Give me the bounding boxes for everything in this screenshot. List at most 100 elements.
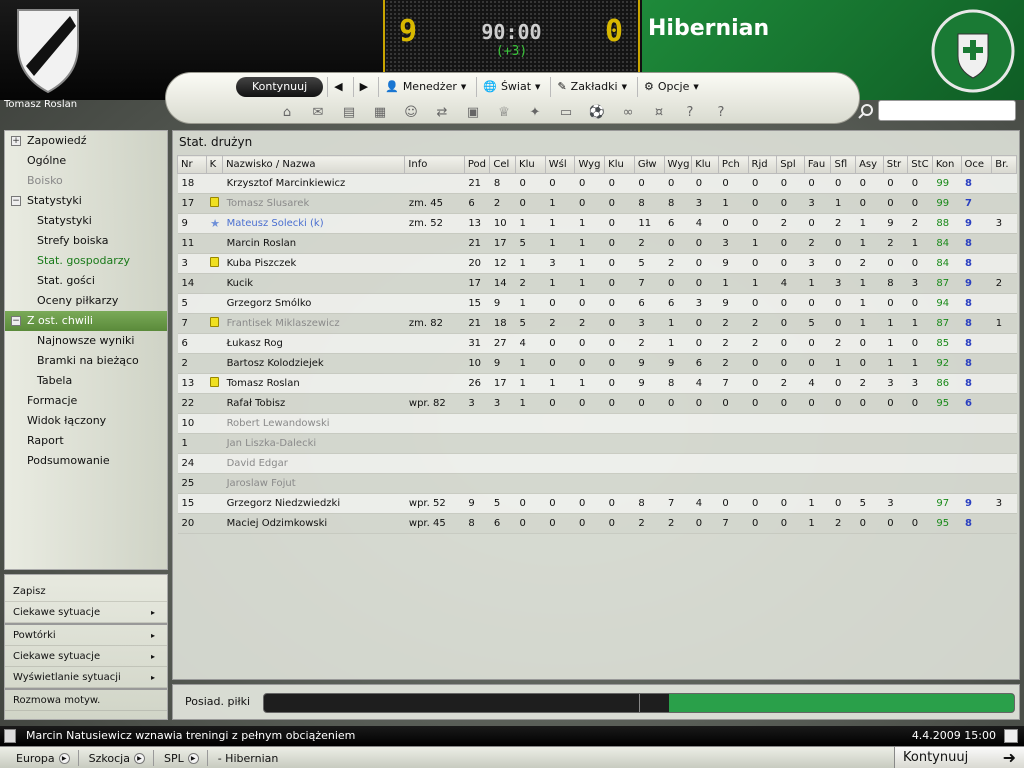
forward-button[interactable]: ▶ — [352, 77, 374, 97]
column-header[interactable]: Pod — [463, 155, 491, 174]
column-header[interactable]: StC — [907, 155, 933, 174]
table-row[interactable]: 2 Bartosz Kolodziejek 10 9 1 0 0 0 9 9 6 2 0 0 0 1 0 1 1 92… — [177, 353, 1017, 374]
player-name[interactable]: Jan Liszka-Dalecki — [222, 433, 405, 454]
player-name[interactable]: Mateusz Solecki (k) — [222, 213, 405, 234]
table-row[interactable]: 7 Frantisek Miklaszewicz zm. 82 21 18 5 2 2 0 3 1 0… — [177, 313, 1017, 334]
column-header[interactable]: Br. — [991, 155, 1017, 174]
player-name[interactable]: Bartosz Kolodziejek — [222, 353, 405, 374]
column-header[interactable]: Nr — [177, 155, 207, 174]
column-header[interactable]: Klu — [515, 155, 546, 174]
news-text[interactable]: Marcin Natusiewicz wznawia treningi z pe… — [26, 729, 355, 742]
go-arrow-icon[interactable]: ▶ — [58, 752, 70, 764]
column-header[interactable]: Nazwisko / Nazwa — [222, 155, 406, 174]
action-menu-item[interactable]: Powtórki ▸ — [5, 625, 167, 646]
column-header[interactable]: Sfl — [830, 155, 857, 174]
column-header[interactable]: Kon — [931, 155, 962, 174]
player-name[interactable]: Robert Lewandowski — [222, 413, 405, 434]
squad-icon[interactable]: ☺ — [400, 102, 422, 122]
player-name[interactable]: Grzegorz Smólko — [222, 293, 405, 314]
table-row[interactable]: 18 Krzysztof Marcinkiewicz 21 8 0 0 0 0 0 0 0 0 0 0 0 0… — [177, 173, 1017, 194]
calendar-box-icon[interactable] — [1004, 729, 1018, 743]
go-arrow-icon[interactable]: ▶ — [133, 752, 145, 764]
sidebar-item[interactable]: − Statystyki — [5, 191, 167, 211]
match-icon[interactable]: ⚽ — [586, 102, 608, 122]
sidebar-item[interactable]: Tabela — [5, 371, 167, 391]
continue-button[interactable]: Kontynuuj — [236, 77, 324, 97]
column-header[interactable]: Pch — [717, 155, 749, 174]
table-row[interactable]: 20 Maciej Odzimkowski wpr. 45 8 6 0 0 0 0 2 2 0 7 0 0 1… — [177, 513, 1017, 534]
breadcrumb-scotland[interactable]: Szkocja ▶ — [79, 750, 154, 766]
menu-bookmarks[interactable]: ✎ Zakładki ▼ — [550, 77, 633, 97]
sidebar-item[interactable]: Stat. gości — [5, 271, 167, 291]
player-name[interactable]: Tomasz Roslan — [222, 373, 405, 394]
column-header[interactable]: Str — [882, 155, 909, 174]
table-row[interactable]: 13 Tomasz Roslan 26 17 1 1 1 0 9 8 4 7 0 2 4 0 2 3 3 86 8 — [177, 373, 1017, 394]
column-header[interactable]: Spl — [776, 155, 805, 174]
news-item-icon[interactable] — [4, 729, 16, 743]
table-row[interactable]: 22 Rafał Tobisz wpr. 82 3 3 1 0 0 0 0 0 0 0 0 0 0 0 0 0 0 95… — [177, 393, 1017, 414]
sidebar-item[interactable]: Podsumowanie — [5, 451, 167, 471]
sidebar-item[interactable]: Najnowsze wyniki — [5, 331, 167, 351]
breadcrumb-spl[interactable]: SPL ▶ — [154, 750, 208, 766]
table-row[interactable]: 9 ★ Mateusz Solecki (k) zm. 52 13 10 1 1 1 0 11 6 4 0… — [177, 213, 1017, 234]
calendar-icon[interactable]: ▦ — [369, 102, 391, 122]
sidebar-item[interactable]: Stat. gospodarzy — [5, 251, 167, 271]
inbox-icon[interactable]: ✉ — [307, 102, 329, 122]
action-menu-item[interactable]: Rozmowa motyw. — [5, 690, 167, 711]
sidebar-item[interactable]: Raport — [5, 431, 167, 451]
player-name[interactable]: Kuba Piszczek — [222, 253, 405, 274]
trophy-icon[interactable]: ♕ — [493, 102, 515, 122]
expand-icon[interactable]: + — [11, 136, 21, 146]
breadcrumb-club[interactable]: - Hibernian — [208, 750, 287, 766]
search-input[interactable] — [878, 100, 1016, 121]
column-header[interactable]: Wyg — [663, 155, 693, 174]
collapse-icon[interactable]: − — [11, 316, 21, 326]
collapse-icon[interactable]: − — [11, 196, 21, 206]
table-row[interactable]: 1 Jan Liszka-Dalecki — [177, 433, 1017, 454]
table-row[interactable]: 11 Marcin Roslan 21 17 5 1 1 0 2 0 0 3 1 0 2 0 1 2 1 84 8 — [177, 233, 1017, 254]
question-icon[interactable]: ? — [710, 102, 732, 122]
sidebar-item[interactable]: Widok łączony — [5, 411, 167, 431]
table-row[interactable]: 24 David Edgar — [177, 453, 1017, 474]
table-row[interactable]: 5 Grzegorz Smólko 15 9 1 0 0 0 6 6 3 9 0 0 0 0 1 0 0 94 8 — [177, 293, 1017, 314]
action-menu-item[interactable]: Ciekawe sytuacje ▸ — [5, 602, 167, 623]
go-arrow-icon[interactable]: ▶ — [187, 752, 199, 764]
player-name[interactable]: Jaroslaw Fojut — [222, 473, 405, 494]
transfer-icon[interactable]: ⇄ — [431, 102, 453, 122]
table-row[interactable]: 14 Kucik 17 14 2 1 1 0 7 0 0 1 1 4 1 3 1 8 3 87 9 2 — [177, 273, 1017, 294]
player-name[interactable]: Grzegorz Niedzwiedzki — [222, 493, 405, 514]
player-name[interactable]: Łukasz Rog — [222, 333, 405, 354]
table-row[interactable]: 10 Robert Lewandowski — [177, 413, 1017, 434]
column-header[interactable]: Wyg — [574, 155, 606, 174]
sidebar-item[interactable]: Strefy boiska — [5, 231, 167, 251]
player-name[interactable]: Frantisek Miklaszewicz — [222, 313, 405, 334]
column-header[interactable]: Wśl — [544, 155, 576, 174]
column-header[interactable]: Klu — [604, 155, 635, 174]
tactics-icon[interactable]: ▣ — [462, 102, 484, 122]
search-icon[interactable] — [858, 103, 874, 119]
sidebar-item[interactable]: Ogólne — [5, 151, 167, 171]
column-header[interactable]: Fau — [803, 155, 832, 174]
clipboard-icon[interactable]: ▭ — [555, 102, 577, 122]
sidebar-item[interactable]: − Z ost. chwili — [5, 311, 167, 331]
table-row[interactable]: 17 Tomasz Slusarek zm. 45 6 2 0 1 0 0 8 8 3 1 0 0 3 1 0 0 0… — [177, 193, 1017, 214]
menu-options[interactable]: ⚙ Opcje ▼ — [636, 77, 705, 97]
player-name[interactable]: Rafał Tobisz — [222, 393, 405, 414]
player-name[interactable]: Marcin Roslan — [222, 233, 405, 254]
finance-icon[interactable]: ¤ — [648, 102, 670, 122]
table-row[interactable]: 3 Kuba Piszczek 20 12 1 3 1 0 5 2 0 9 0 0 3 0 2 0 0 84 8 — [177, 253, 1017, 274]
menu-world[interactable]: 🌐 Świat ▼ — [476, 77, 546, 97]
continue-bottom-button[interactable]: Kontynuuj ➜ — [894, 747, 1024, 768]
news-icon[interactable]: ▤ — [338, 102, 360, 122]
column-header[interactable]: Głw — [633, 155, 665, 174]
scout-icon[interactable]: ✦ — [524, 102, 546, 122]
action-menu-item[interactable]: Ciekawe sytuacje ▸ — [5, 646, 167, 667]
action-menu-item[interactable]: Wyświetlanie sytuacji ▸ — [5, 667, 167, 688]
player-name[interactable]: Kucik — [222, 273, 405, 294]
player-name[interactable]: David Edgar — [222, 453, 405, 474]
sidebar-item[interactable]: Formacje — [5, 391, 167, 411]
table-row[interactable]: 6 Łukasz Rog 31 27 4 0 0 0 2 1 0 2 2 0 0 2 0 1 0 85 8 — [177, 333, 1017, 354]
home-icon[interactable]: ⌂ — [276, 102, 298, 122]
player-name[interactable]: Krzysztof Marcinkiewicz — [222, 173, 405, 194]
sidebar-item[interactable]: Oceny piłkarzy — [5, 291, 167, 311]
